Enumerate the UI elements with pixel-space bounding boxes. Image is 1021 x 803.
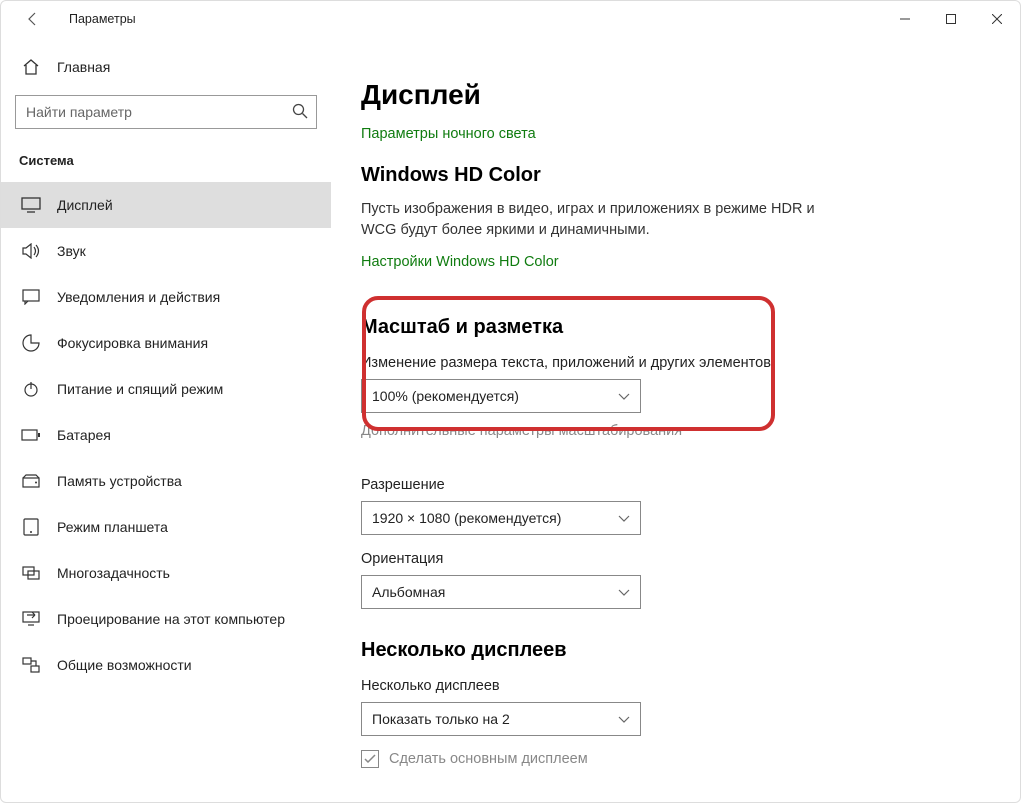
home-icon — [19, 58, 43, 76]
sidebar-item-power[interactable]: Питание и спящий режим — [1, 366, 331, 412]
scale-dropdown[interactable]: 100% (рекомендуется) — [361, 379, 641, 413]
scale-label: Изменение размера текста, приложений и д… — [361, 355, 990, 371]
sidebar-item-label: Память устройства — [57, 473, 182, 489]
search-input[interactable] — [15, 95, 317, 129]
multi-dropdown[interactable]: Показать только на 2 — [361, 702, 641, 736]
night-light-link[interactable]: Параметры ночного света — [361, 126, 536, 142]
res-value: 1920 × 1080 (рекомендуется) — [372, 510, 561, 526]
battery-icon — [19, 429, 43, 441]
sidebar-item-notifications[interactable]: Уведомления и действия — [1, 274, 331, 320]
sidebar-item-storage[interactable]: Память устройства — [1, 458, 331, 504]
search-icon — [291, 102, 309, 125]
minimize-button[interactable] — [882, 3, 928, 35]
multi-value: Показать только на 2 — [372, 711, 510, 727]
tablet-icon — [19, 518, 43, 536]
primary-display-checkbox-row: Сделать основным дисплеем — [361, 750, 990, 768]
primary-display-label: Сделать основным дисплеем — [389, 751, 588, 767]
project-icon — [19, 611, 43, 627]
power-icon — [19, 380, 43, 398]
shared-icon — [19, 657, 43, 673]
page-title: Дисплей — [361, 79, 990, 111]
notif-icon — [19, 289, 43, 305]
sidebar-item-label: Многозадачность — [57, 565, 170, 581]
chevron-down-icon — [618, 510, 630, 526]
multi-heading: Несколько дисплеев — [361, 639, 990, 662]
hd-heading: Windows HD Color — [361, 164, 990, 187]
sidebar-item-label: Фокусировка внимания — [57, 335, 208, 351]
sidebar-item-multitask[interactable]: Многозадачность — [1, 550, 331, 596]
primary-display-checkbox[interactable] — [361, 750, 379, 768]
chevron-down-icon — [618, 584, 630, 600]
resolution-dropdown[interactable]: 1920 × 1080 (рекомендуется) — [361, 501, 641, 535]
window-controls — [882, 3, 1020, 35]
focus-icon — [19, 334, 43, 352]
orient-value: Альбомная — [372, 584, 445, 600]
maximize-button[interactable] — [928, 3, 974, 35]
content-area: Дисплей Параметры ночного света Windows … — [331, 37, 1020, 802]
orient-label: Ориентация — [361, 551, 990, 567]
sidebar-item-project[interactable]: Проецирование на этот компьютер — [1, 596, 331, 642]
sidebar-item-focus[interactable]: Фокусировка внимания — [1, 320, 331, 366]
search-wrap — [15, 95, 317, 129]
hd-body: Пусть изображения в видео, играх и прило… — [361, 199, 831, 241]
back-button[interactable] — [17, 3, 49, 35]
multi-label: Несколько дисплеев — [361, 678, 990, 694]
sidebar-item-shared[interactable]: Общие возможности — [1, 642, 331, 688]
sidebar: Главная Система Дисплей Звук Уведомления… — [1, 37, 331, 802]
close-button[interactable] — [974, 3, 1020, 35]
res-label: Разрешение — [361, 477, 990, 493]
home-label: Главная — [57, 59, 110, 75]
sidebar-item-display[interactable]: Дисплей — [1, 182, 331, 228]
scale-value: 100% (рекомендуется) — [372, 388, 519, 404]
sidebar-item-sound[interactable]: Звук — [1, 228, 331, 274]
sidebar-item-label: Режим планшета — [57, 519, 168, 535]
sidebar-item-label: Проецирование на этот компьютер — [57, 611, 285, 627]
sidebar-item-battery[interactable]: Батарея — [1, 412, 331, 458]
chevron-down-icon — [618, 388, 630, 404]
orientation-dropdown[interactable]: Альбомная — [361, 575, 641, 609]
sidebar-item-label: Питание и спящий режим — [57, 381, 223, 397]
sidebar-item-label: Батарея — [57, 427, 111, 443]
titlebar: Параметры — [1, 1, 1020, 37]
chevron-down-icon — [618, 711, 630, 727]
app-title: Параметры — [69, 12, 136, 26]
sidebar-item-label: Дисплей — [57, 197, 113, 213]
sidebar-item-label: Уведомления и действия — [57, 289, 220, 305]
sidebar-item-label: Звук — [57, 243, 86, 259]
category-title: Система — [1, 143, 331, 182]
sidebar-item-label: Общие возможности — [57, 657, 192, 673]
home-button[interactable]: Главная — [1, 45, 331, 89]
scale-heading: Масштаб и разметка — [361, 316, 990, 339]
display-icon — [19, 197, 43, 213]
sidebar-item-tablet[interactable]: Режим планшета — [1, 504, 331, 550]
scale-advanced-link[interactable]: Дополнительные параметры масштабирования — [361, 423, 682, 439]
storage-icon — [19, 474, 43, 488]
multitask-icon — [19, 566, 43, 580]
sound-icon — [19, 243, 43, 259]
hd-link[interactable]: Настройки Windows HD Color — [361, 254, 559, 270]
